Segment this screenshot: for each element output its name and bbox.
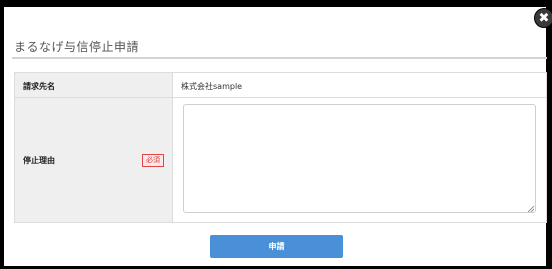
form-row-billing-name: 請求先名 株式会社sample — [15, 73, 546, 98]
required-badge: 必須 — [142, 154, 164, 167]
billing-name-value: 株式会社sample — [181, 82, 243, 91]
title-divider — [12, 57, 547, 59]
label-cell: 停止理由 必須 — [15, 98, 173, 222]
form-table: 請求先名 株式会社sample 停止理由 必須 — [14, 72, 547, 223]
stop-reason-label: 停止理由 — [23, 156, 55, 165]
submit-button[interactable]: 申請 — [210, 235, 343, 258]
form-row-stop-reason: 停止理由 必須 — [15, 98, 546, 222]
billing-name-label: 請求先名 — [23, 82, 55, 91]
label-cell: 請求先名 — [15, 73, 173, 97]
close-glyph: ✖ — [538, 10, 550, 26]
stop-reason-textarea[interactable] — [183, 104, 536, 213]
close-icon[interactable]: ✖ — [535, 9, 552, 27]
modal-dialog: ✖ まるなげ与信停止申請 請求先名 株式会社sample 停止理由 必須 申請 — [4, 7, 552, 266]
modal-title: まるなげ与信停止申請 — [14, 40, 140, 54]
textarea-resize-handle[interactable] — [528, 206, 534, 212]
